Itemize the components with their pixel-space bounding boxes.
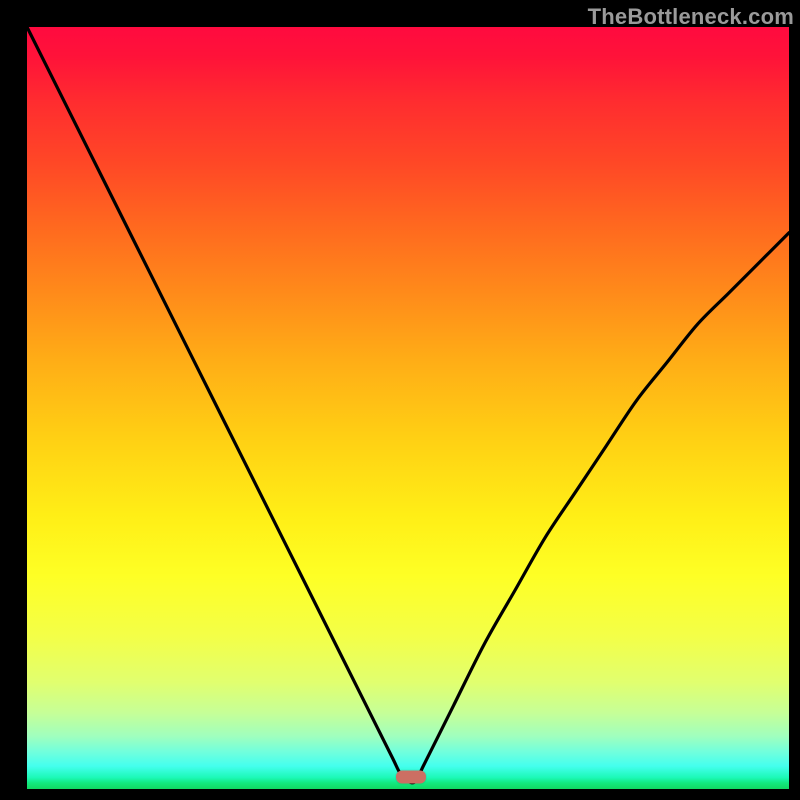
chart-frame: TheBottleneck.com xyxy=(0,0,800,800)
bottleneck-curve xyxy=(27,27,789,789)
plot-area xyxy=(27,27,789,789)
optimal-point-marker xyxy=(396,770,426,783)
watermark-text: TheBottleneck.com xyxy=(588,4,794,30)
